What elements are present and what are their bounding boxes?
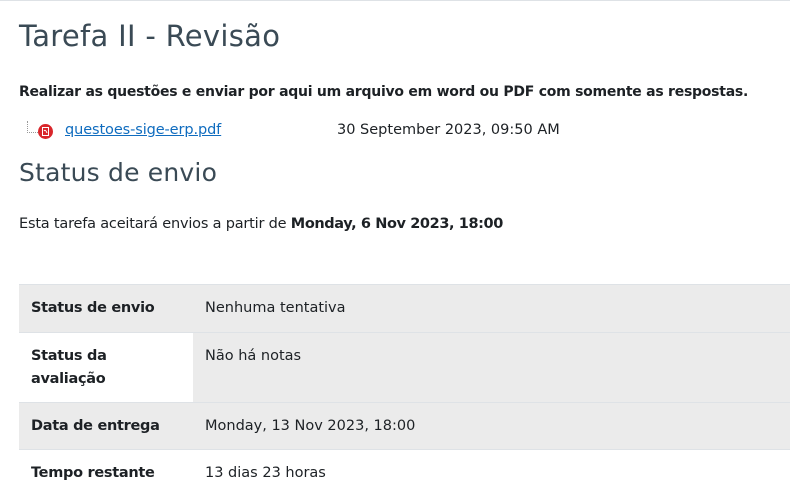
assignment-intro: Realizar as questões e enviar por aqui u… (19, 84, 749, 100)
row-value-due-date: Monday, 13 Nov 2023, 18:00 (193, 402, 790, 450)
attachment-link[interactable]: questoes-sige-erp.pdf (65, 122, 221, 138)
row-label-time-remaining: Tempo restante (19, 449, 193, 494)
attachment-date: 30 September 2023, 09:50 AM (337, 122, 560, 138)
row-value-submission-status: Nenhuma tentativa (193, 284, 790, 333)
table-row: Status da avaliação Não há notas (19, 332, 790, 403)
submission-status-heading: Status de envio (19, 158, 218, 187)
submission-status-table: Status de envio Nenhuma tentativa Status… (19, 284, 790, 494)
row-label-due-date: Data de entrega (19, 402, 193, 450)
tree-connector (27, 121, 38, 133)
table-row: Tempo restante 13 dias 23 horas (19, 449, 790, 494)
row-value-time-remaining: 13 dias 23 horas (193, 449, 790, 494)
table-row: Data de entrega Monday, 13 Nov 2023, 18:… (19, 402, 790, 450)
submission-open-date: Esta tarefa aceitará envios a partir de … (19, 216, 503, 232)
page-title: Tarefa II - Revisão (19, 19, 281, 53)
open-date-value: Monday, 6 Nov 2023, 18:00 (290, 216, 504, 232)
row-label-grading-status: Status da avaliação (19, 332, 193, 403)
table-row: Status de envio Nenhuma tentativa (19, 284, 790, 333)
row-value-grading-status: Não há notas (193, 332, 790, 403)
top-divider (0, 0, 790, 1)
attachment-row: questoes-sige-erp.pdf 30 September 2023,… (26, 121, 586, 143)
open-date-prefix: Esta tarefa aceitará envios a partir de (19, 216, 291, 232)
row-label-submission-status: Status de envio (19, 284, 193, 333)
pdf-icon (38, 124, 53, 139)
